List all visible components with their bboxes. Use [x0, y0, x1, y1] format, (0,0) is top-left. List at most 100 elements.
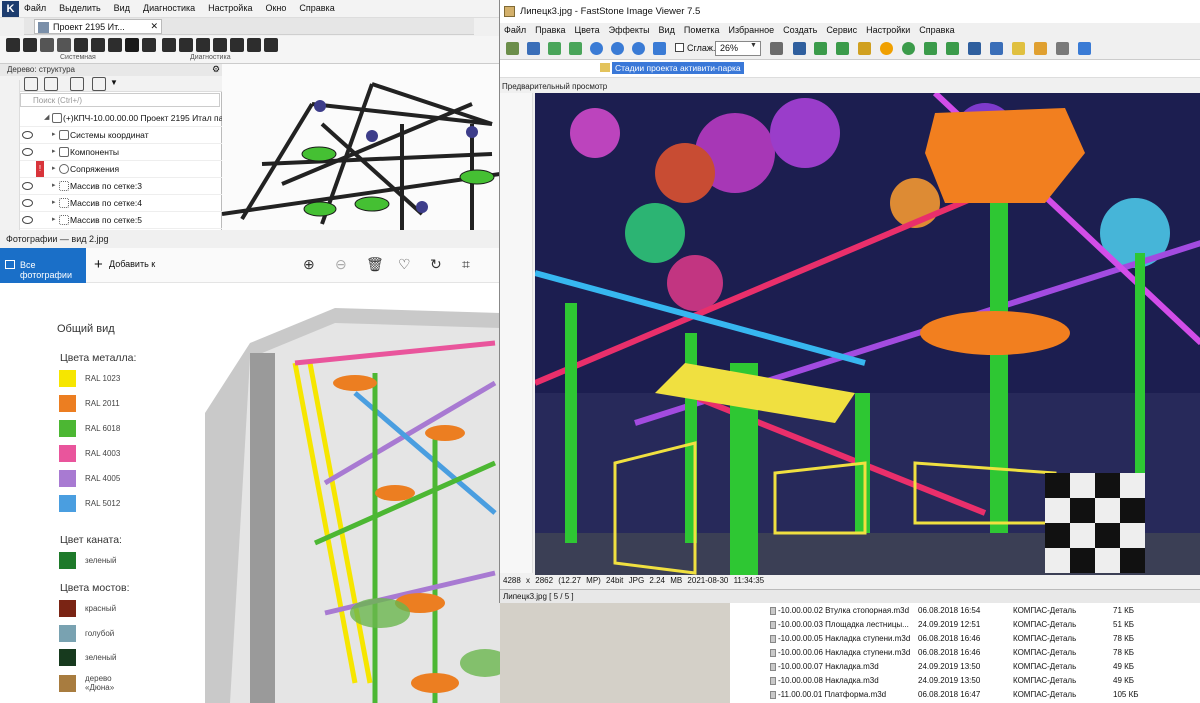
- menu-select[interactable]: Выделить: [59, 3, 101, 13]
- printer-icon[interactable]: [1056, 42, 1069, 55]
- mass-icon[interactable]: [230, 38, 244, 52]
- model-viewport[interactable]: [222, 64, 500, 230]
- new-file-icon[interactable]: [6, 38, 20, 52]
- gauge-icon[interactable]: [264, 38, 278, 52]
- fullscreen-icon[interactable]: [569, 42, 582, 55]
- tree-item-array-4[interactable]: ▸ Массив по сетке:4: [0, 195, 222, 212]
- delete-icon[interactable]: 🗑: [366, 256, 384, 273]
- menu-effects[interactable]: Эффекты: [609, 25, 650, 35]
- menu-file[interactable]: Файл: [504, 25, 526, 35]
- undo-icon[interactable]: [108, 38, 122, 52]
- crop-icon[interactable]: ⌗: [462, 256, 470, 273]
- open-icon[interactable]: [23, 38, 37, 52]
- file-row[interactable]: -10.00.00.02 Втулка стопорная.m3d 06.08.…: [730, 604, 1200, 618]
- menu-tag[interactable]: Пометка: [684, 25, 720, 35]
- tree-item-root[interactable]: ◢ (+)КПЧ-10.00.00.00 Проект 2195 Итал па…: [0, 110, 232, 127]
- tree-icon[interactable]: [125, 38, 139, 52]
- menu-help[interactable]: Справка: [919, 25, 954, 35]
- file-row[interactable]: -10.00.00.07 Накладка.m3d 24.09.2019 13:…: [730, 660, 1200, 674]
- tree-list-icon[interactable]: [44, 77, 58, 91]
- thumbnail-icon[interactable]: [548, 42, 561, 55]
- menu-tools[interactable]: Сервис: [826, 25, 857, 35]
- menu-colors[interactable]: Цвета: [575, 25, 600, 35]
- forward-icon[interactable]: [57, 38, 71, 52]
- slideshow-icon[interactable]: [990, 42, 1003, 55]
- file-row[interactable]: -11.00.00.01 Платформа.m3d 06.08.2018 16…: [730, 688, 1200, 702]
- wallpaper-icon[interactable]: [1078, 42, 1091, 55]
- tree-item-array-3[interactable]: ▸ Массив по сетке:3: [0, 178, 222, 195]
- open-folder-icon[interactable]: [506, 42, 519, 55]
- back-icon[interactable]: [40, 38, 54, 52]
- menu-file[interactable]: Файл: [24, 3, 46, 13]
- print-icon[interactable]: [74, 38, 88, 52]
- eye-icon[interactable]: [22, 131, 33, 139]
- collision-icon[interactable]: [213, 38, 227, 52]
- menu-create[interactable]: Создать: [783, 25, 817, 35]
- menu-view[interactable]: Вид: [114, 3, 130, 13]
- file-row[interactable]: -10.00.00.08 Накладка.m3d 24.09.2019 13:…: [730, 674, 1200, 688]
- hand-icon[interactable]: [770, 42, 783, 55]
- eye-icon[interactable]: [22, 148, 33, 156]
- zoom-in-icon[interactable]: [590, 42, 603, 55]
- properties-icon[interactable]: [142, 38, 156, 52]
- adjust-colors-icon[interactable]: [836, 42, 849, 55]
- eye-icon[interactable]: [22, 216, 33, 224]
- flip-icon[interactable]: [968, 42, 981, 55]
- all-photos-button[interactable]: Все фотографии: [0, 248, 86, 283]
- tree-item-components[interactable]: ▸ Компоненты: [0, 144, 222, 161]
- collapse-arrow-icon[interactable]: ◢: [44, 113, 49, 121]
- print-icon[interactable]: [858, 42, 871, 55]
- email-icon[interactable]: [1012, 42, 1025, 55]
- actual-size-icon[interactable]: [632, 42, 645, 55]
- chevron-down-icon[interactable]: ▼: [110, 78, 118, 87]
- section-icon[interactable]: [196, 38, 210, 52]
- rotate-left-icon[interactable]: [924, 42, 937, 55]
- expand-arrow-icon[interactable]: ▸: [52, 215, 56, 223]
- brightness-icon[interactable]: [880, 42, 893, 55]
- menu-diagnostics[interactable]: Диагностика: [143, 3, 195, 13]
- menu-settings[interactable]: Настройки: [866, 25, 910, 35]
- save-icon[interactable]: [91, 38, 105, 52]
- file-row[interactable]: -10.00.00.05 Накладка ступени.m3d 06.08.…: [730, 632, 1200, 646]
- rotate-right-icon[interactable]: [946, 42, 959, 55]
- zoom-out-icon[interactable]: ⊖: [335, 256, 347, 273]
- folder-item[interactable]: Стадии проекта активити-парка: [612, 62, 744, 74]
- tree-structure-icon[interactable]: [24, 77, 38, 91]
- tree-item-coordinate-systems[interactable]: ▸ Системы координат: [0, 127, 222, 144]
- compare-icon[interactable]: [1034, 42, 1047, 55]
- document-tab[interactable]: Проект 2195 Ит... ✕: [34, 19, 162, 34]
- rotate-icon[interactable]: ↻: [430, 256, 442, 273]
- favorite-icon[interactable]: ♡: [398, 256, 411, 273]
- menu-window[interactable]: Окно: [265, 3, 286, 13]
- resize-icon[interactable]: [793, 42, 806, 55]
- expand-arrow-icon[interactable]: ▸: [52, 198, 56, 206]
- tree-search-input[interactable]: Поиск (Ctrl+/): [20, 93, 220, 107]
- close-tab-icon[interactable]: ✕: [150, 21, 158, 32]
- expand-arrow-icon[interactable]: ▸: [52, 181, 56, 189]
- gear-icon[interactable]: ⚙: [212, 64, 220, 75]
- smooth-checkbox[interactable]: [675, 43, 684, 52]
- eye-icon[interactable]: [22, 182, 33, 190]
- tree-view-icon[interactable]: [92, 77, 106, 91]
- zoom-out-icon[interactable]: [611, 42, 624, 55]
- expand-arrow-icon[interactable]: ▸: [52, 130, 56, 138]
- menu-favorites[interactable]: Избранное: [728, 25, 774, 35]
- menu-edit[interactable]: Правка: [535, 25, 565, 35]
- fit-window-icon[interactable]: [653, 42, 666, 55]
- save-icon[interactable]: [527, 42, 540, 55]
- check-icon[interactable]: [162, 38, 176, 52]
- zoom-in-icon[interactable]: ⊕: [303, 256, 315, 273]
- expand-arrow-icon[interactable]: ▸: [52, 164, 56, 172]
- menu-view[interactable]: Вид: [659, 25, 675, 35]
- tree-item-mates[interactable]: ! ▸ Сопряжения: [0, 161, 222, 178]
- file-row[interactable]: -10.00.00.03 Площадка лестницы... 24.09.…: [730, 618, 1200, 632]
- photo-view[interactable]: [535, 93, 1200, 575]
- effects-icon[interactable]: [902, 42, 915, 55]
- tree-order-icon[interactable]: [70, 77, 84, 91]
- expand-arrow-icon[interactable]: ▸: [52, 147, 56, 155]
- eye-icon[interactable]: [22, 199, 33, 207]
- tree-item-array-5[interactable]: ▸ Массив по сетке:5: [0, 212, 222, 229]
- chevron-down-icon[interactable]: ▼: [750, 42, 757, 49]
- crop-icon[interactable]: [814, 42, 827, 55]
- layers-icon[interactable]: [247, 38, 261, 52]
